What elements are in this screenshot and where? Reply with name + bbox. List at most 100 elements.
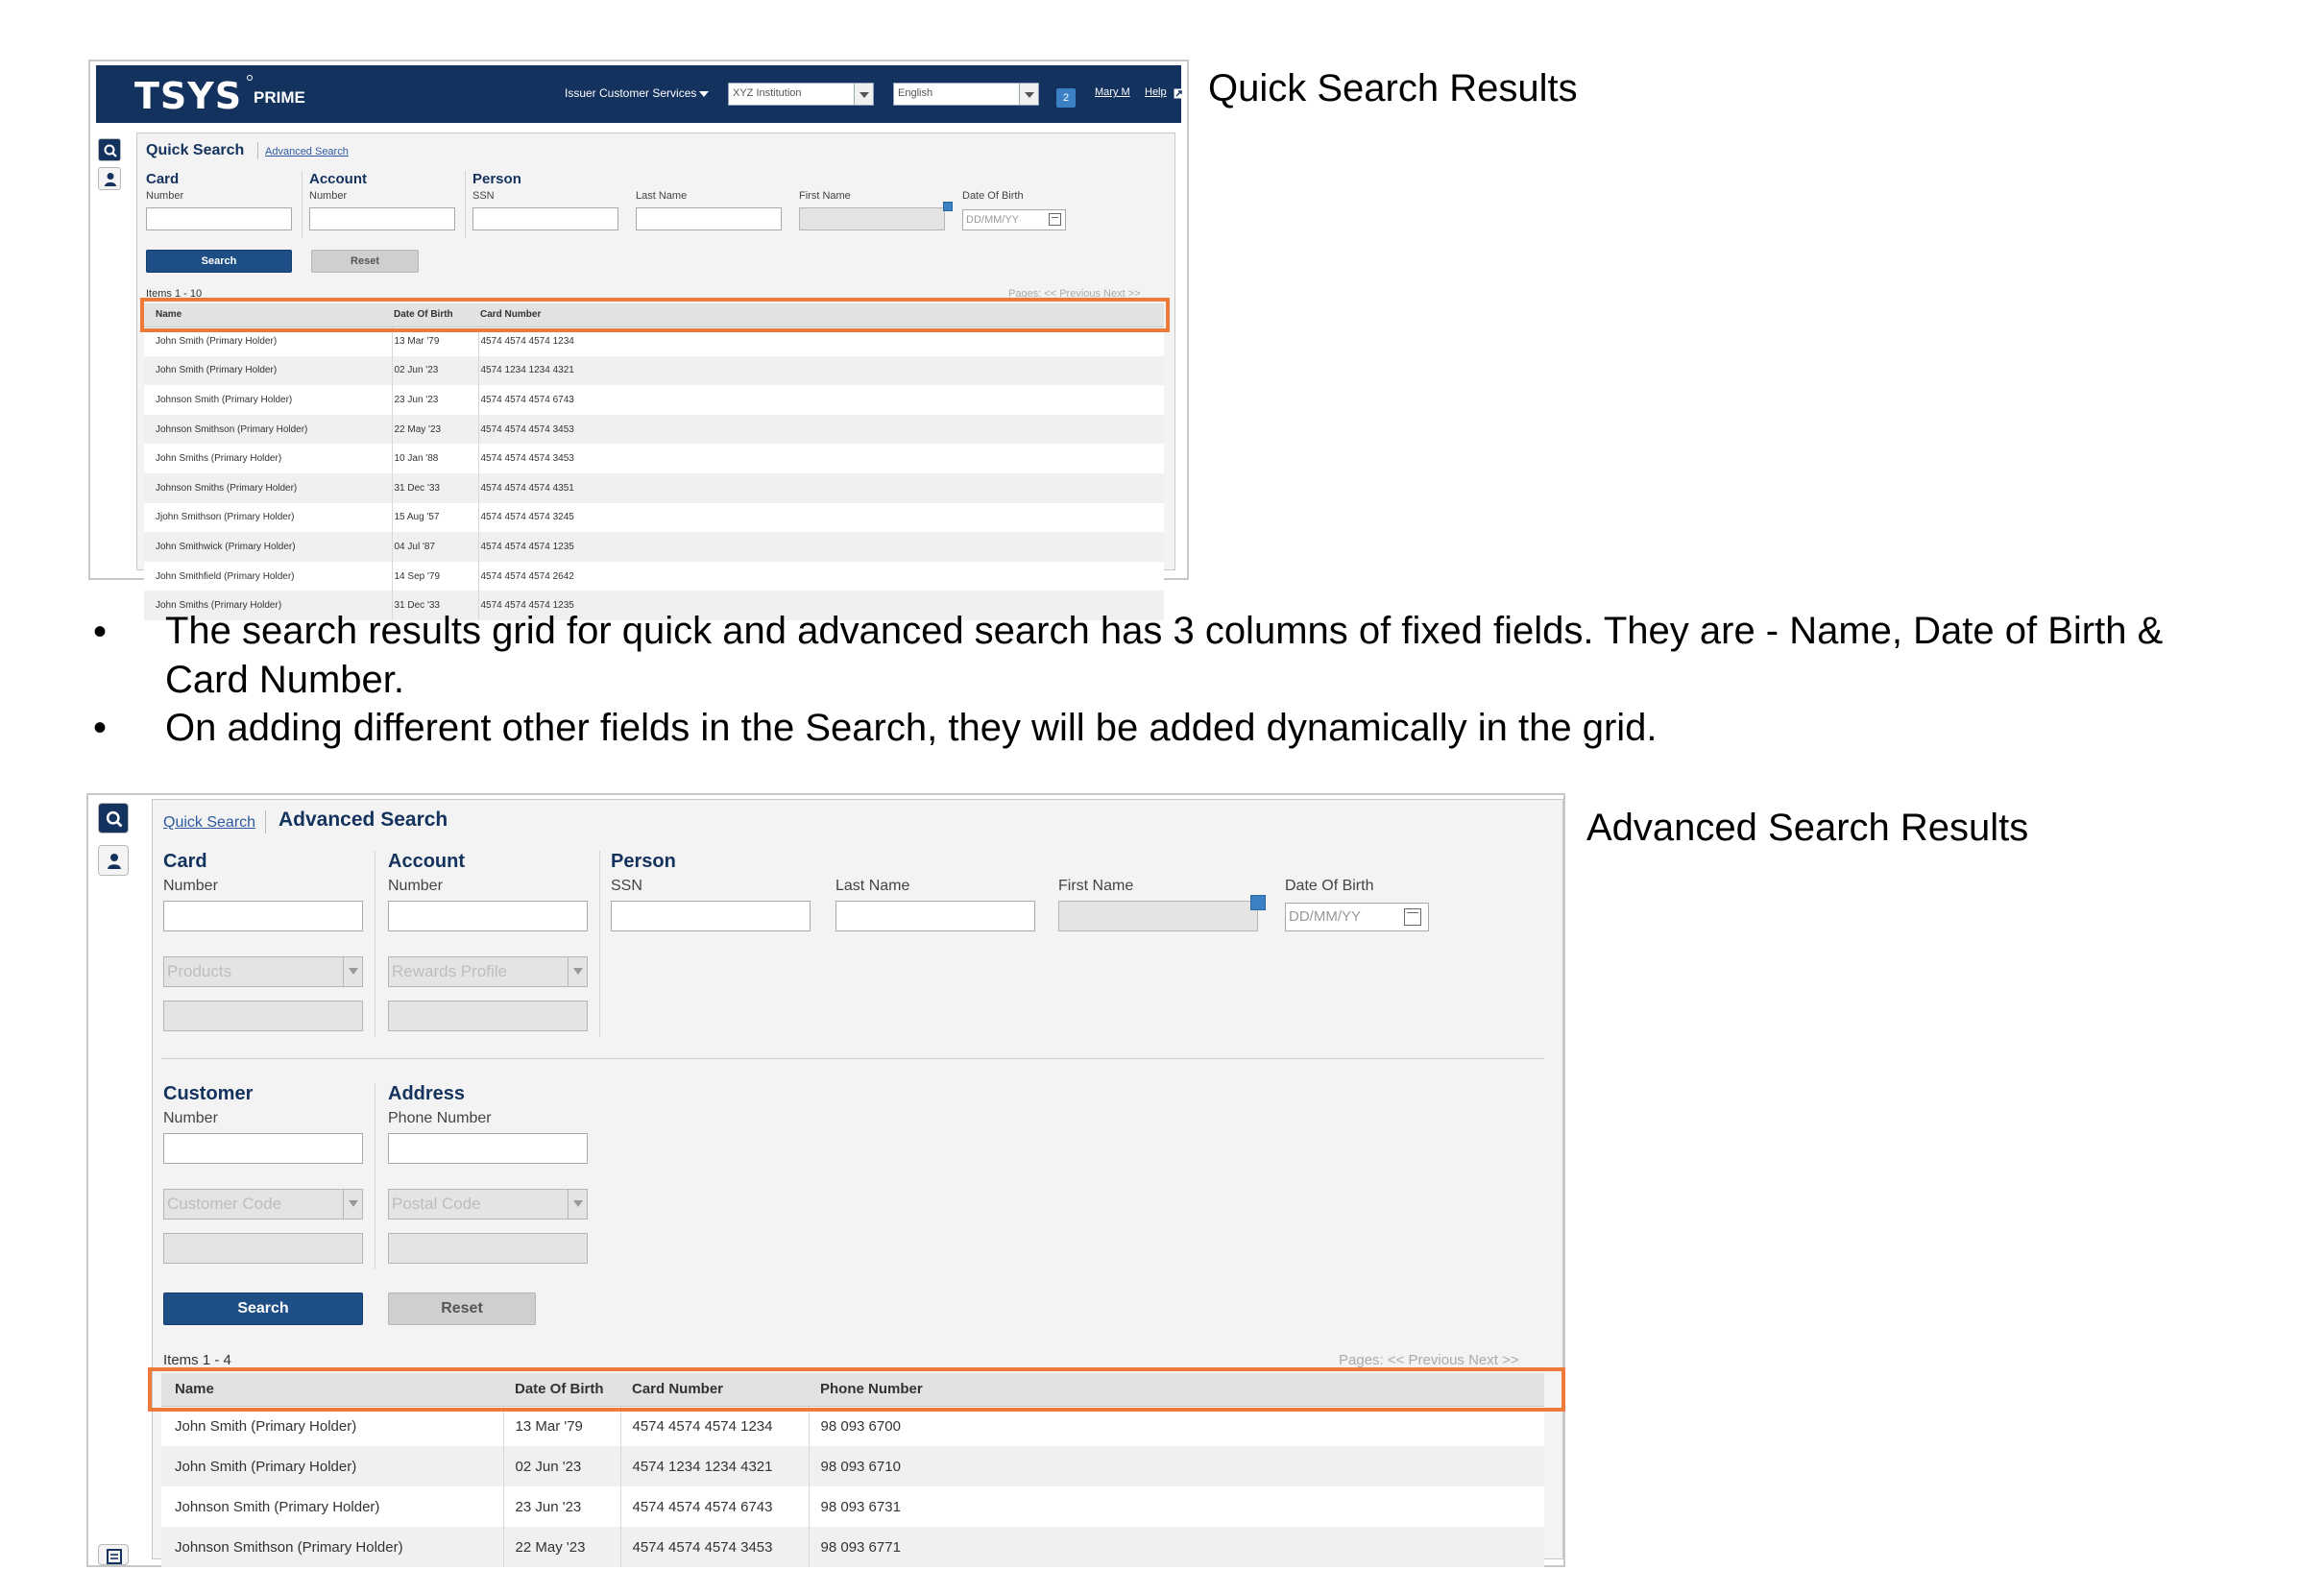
search-button[interactable]: Search [146, 250, 292, 273]
table-cell: Johnson Smithson (Primary Holder) [144, 414, 393, 445]
tab-quick-search[interactable]: Quick Search [146, 142, 244, 159]
account-number-input[interactable] [388, 901, 588, 931]
ssn-label: SSN [611, 878, 642, 894]
phone-number-input[interactable] [388, 1133, 588, 1164]
postal-code-placeholder: Postal Code [392, 1195, 481, 1213]
products-value-input[interactable] [163, 1001, 363, 1031]
user-link[interactable]: Mary M [1095, 86, 1130, 98]
bullet-text-2: On adding different other fields in the … [165, 707, 1658, 749]
person-icon [105, 173, 116, 186]
table-cell: 23 Jun '23 [503, 1486, 621, 1527]
table-cell: 10 Jan '88 [392, 444, 479, 473]
rewards-value-input[interactable] [388, 1001, 588, 1031]
rewards-profile-select[interactable]: Rewards Profile [388, 956, 588, 987]
customer-number-input[interactable] [163, 1133, 363, 1164]
tsys-logo: TSYS [134, 75, 243, 117]
table-cell: Johnson Smiths (Primary Holder) [144, 472, 393, 503]
search-button[interactable]: Search [163, 1292, 363, 1325]
note-icon[interactable] [943, 202, 953, 211]
first-name-input[interactable] [1058, 901, 1258, 931]
ssn-input[interactable] [611, 901, 811, 931]
table-cell: 22 May '23 [503, 1527, 621, 1567]
table-cell: Jjohn Smithson (Primary Holder) [144, 502, 393, 533]
pager[interactable]: Pages: << Previous Next >> [1339, 1352, 1519, 1368]
calendar-icon[interactable] [1049, 213, 1061, 226]
table-row[interactable]: Jjohn Smithson (Primary Holder) 15 Aug '5… [144, 502, 1164, 533]
table-cell: John Smith (Primary Holder) [144, 355, 393, 386]
last-name-input[interactable] [636, 207, 782, 230]
postal-code-value-input[interactable] [388, 1233, 588, 1264]
quick-search-screenshot: TSYS PRIME Issuer Customer Services XYZ … [88, 60, 1189, 620]
table-cell: 13 Mar '79 [503, 1406, 621, 1446]
table-cell: 4574 4574 4574 2642 [478, 561, 1164, 592]
last-name-label: Last Name [835, 878, 910, 894]
search-nav-button[interactable] [98, 138, 121, 161]
tab-advanced-search[interactable]: Advanced Search [278, 809, 448, 832]
table-cell: Johnson Smith (Primary Holder) [144, 385, 393, 415]
list-nav-button[interactable] [98, 1544, 129, 1565]
table-row[interactable]: Johnson Smiths (Primary Holder) 31 Dec '3… [144, 472, 1164, 503]
table-cell: 98 093 6731 [809, 1486, 1544, 1527]
postal-code-select[interactable]: Postal Code [388, 1189, 588, 1220]
table-cell: Johnson Smithson (Primary Holder) [161, 1527, 504, 1567]
note-icon[interactable] [1250, 895, 1266, 910]
external-link-icon[interactable] [1174, 88, 1184, 99]
table-cell: 98 093 6771 [809, 1527, 1544, 1567]
last-name-input[interactable] [835, 901, 1035, 931]
person-nav-button[interactable] [98, 167, 121, 190]
table-cell: 23 Jun '23 [392, 385, 479, 415]
table-cell: 4574 4574 4574 6743 [478, 385, 1164, 415]
tab-advanced-search[interactable]: Advanced Search [265, 146, 349, 157]
customer-code-select[interactable]: Customer Code [163, 1189, 363, 1220]
bullet-text-1: The search results grid for quick and ad… [165, 610, 2164, 701]
table-cell: 14 Sep '79 [392, 561, 479, 592]
table-cell: 4574 1234 1234 4321 [620, 1446, 810, 1486]
advanced-caption: Advanced Search Results [1586, 807, 2029, 849]
table-row[interactable]: Johnson Smithson (Primary Holder) 22 May … [144, 414, 1164, 445]
customer-code-value-input[interactable] [163, 1233, 363, 1264]
table-cell: 31 Dec '33 [392, 472, 479, 503]
help-link[interactable]: Help [1145, 86, 1167, 98]
table-row[interactable]: John Smiths (Primary Holder) 10 Jan '88 45… [144, 444, 1164, 473]
card-number-label: Number [146, 190, 184, 202]
card-group-title: Card [163, 851, 207, 872]
table-row[interactable]: Johnson Smithson (Primary Holder) 22 May … [161, 1527, 1544, 1567]
first-name-input[interactable] [799, 207, 945, 230]
table-cell: 4574 4574 4574 4351 [478, 472, 1164, 503]
products-placeholder: Products [167, 962, 232, 980]
language-select[interactable]: English [893, 83, 1039, 106]
tab-quick-search[interactable]: Quick Search [163, 814, 255, 832]
card-number-input[interactable] [146, 207, 292, 230]
table-cell: John Smithwick (Primary Holder) [144, 532, 393, 562]
table-cell: 4574 4574 4574 1235 [478, 532, 1164, 562]
products-select[interactable]: Products [163, 956, 363, 987]
notifications-badge[interactable]: 2 [1056, 88, 1076, 108]
ssn-input[interactable] [472, 207, 618, 230]
table-row[interactable]: Johnson Smith (Primary Holder) 23 Jun '23… [161, 1486, 1544, 1527]
institution-select[interactable]: XYZ Institution [728, 83, 874, 106]
card-number-input[interactable] [163, 901, 363, 931]
account-group-title: Account [309, 171, 367, 187]
reset-button[interactable]: Reset [311, 250, 419, 273]
tab-divider [257, 142, 258, 159]
language-value: English [898, 87, 933, 99]
account-number-input[interactable] [309, 207, 455, 230]
chevron-down-icon[interactable] [699, 91, 709, 97]
institution-value: XYZ Institution [733, 87, 802, 99]
table-row[interactable]: John Smith (Primary Holder) 02 Jun '23 457… [161, 1446, 1544, 1486]
table-row[interactable]: John Smith (Primary Holder) 13 Mar '79 457… [161, 1406, 1544, 1446]
table-cell: 4574 1234 1234 4321 [478, 355, 1164, 386]
table-row[interactable]: Johnson Smith (Primary Holder) 23 Jun '23… [144, 385, 1164, 415]
list-icon [107, 1549, 122, 1564]
reset-button[interactable]: Reset [388, 1292, 536, 1325]
group-divider [465, 171, 466, 238]
table-row[interactable]: John Smithfield (Primary Holder) 14 Sep '… [144, 561, 1164, 592]
table-cell: 02 Jun '23 [392, 355, 479, 386]
search-nav-button[interactable] [98, 803, 129, 833]
rewards-profile-placeholder: Rewards Profile [392, 962, 507, 980]
person-nav-button[interactable] [98, 845, 129, 876]
table-row[interactable]: John Smith (Primary Holder) 02 Jun '23 457… [144, 355, 1164, 386]
service-menu[interactable]: Issuer Customer Services [565, 86, 696, 100]
calendar-icon[interactable] [1404, 908, 1421, 926]
table-row[interactable]: John Smithwick (Primary Holder) 04 Jul '8… [144, 532, 1164, 562]
